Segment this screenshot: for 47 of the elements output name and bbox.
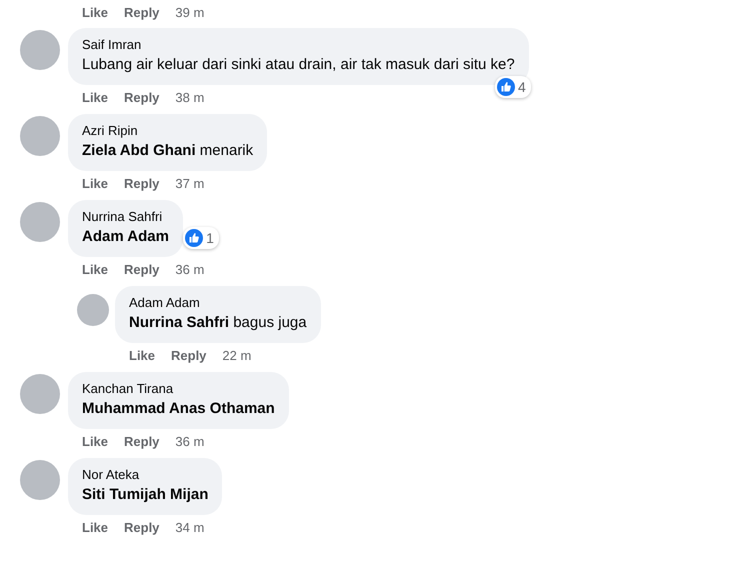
reaction-count: 4 xyxy=(518,79,526,95)
avatar[interactable] xyxy=(20,374,60,414)
mention-link[interactable]: Adam Adam xyxy=(82,228,169,245)
thumbs-up-icon xyxy=(185,229,204,247)
avatar[interactable] xyxy=(77,294,109,326)
timestamp[interactable]: 39 m xyxy=(175,4,204,20)
avatar[interactable] xyxy=(20,116,60,156)
timestamp[interactable]: 38 m xyxy=(175,90,204,104)
mention-link[interactable]: Siti Tumijah Mijan xyxy=(82,486,208,503)
like-link[interactable]: Like xyxy=(129,348,156,362)
author-name[interactable]: Kanchan Tirana xyxy=(82,380,275,398)
avatar[interactable] xyxy=(20,202,60,242)
author-name[interactable]: Azri Ripin xyxy=(82,122,254,140)
like-link[interactable]: Like xyxy=(82,434,108,448)
like-link[interactable]: Like xyxy=(82,4,108,20)
mention-link[interactable]: Ziela Abd Ghani xyxy=(82,142,196,159)
timestamp[interactable]: 36 m xyxy=(175,262,204,276)
mention-link[interactable]: Nurrina Sahfri xyxy=(129,314,230,331)
comment-text: Lubang air keluar dari sinki atau drain, air tak masuk dari situ ke? xyxy=(82,55,515,75)
timestamp[interactable]: 37 m xyxy=(175,176,204,190)
timestamp[interactable]: 34 m xyxy=(175,520,204,534)
comment-text: Nurrina Sahfri bagus juga xyxy=(129,313,307,333)
timestamp[interactable]: 36 m xyxy=(175,434,204,448)
reaction-count: 1 xyxy=(206,230,214,246)
comment-text: Ziela Abd Ghani menarik xyxy=(82,141,254,161)
reply-link[interactable]: Reply xyxy=(171,348,206,362)
author-name[interactable]: Adam Adam xyxy=(129,294,307,312)
mention-link[interactable]: Muhammad Anas Othaman xyxy=(82,400,275,417)
reaction-badge[interactable]: 1 xyxy=(183,227,219,249)
like-link[interactable]: Like xyxy=(82,262,108,276)
reaction-badge[interactable]: 4 xyxy=(494,76,531,98)
avatar[interactable] xyxy=(20,460,60,500)
like-link[interactable]: Like xyxy=(82,520,108,534)
author-name[interactable]: Nor Ateka xyxy=(82,466,208,484)
reply-link[interactable]: Reply xyxy=(124,262,160,276)
avatar[interactable] xyxy=(20,30,60,70)
author-name[interactable]: Saif Imran xyxy=(82,36,515,54)
thumbs-up-icon xyxy=(496,78,515,96)
reply-link[interactable]: Reply xyxy=(124,90,160,104)
reply-link[interactable]: Reply xyxy=(124,4,160,20)
timestamp[interactable]: 22 m xyxy=(222,348,252,362)
reply-link[interactable]: Reply xyxy=(124,176,160,190)
reply-link[interactable]: Reply xyxy=(124,520,160,534)
like-link[interactable]: Like xyxy=(82,90,108,104)
author-name[interactable]: Nurrina Sahfri xyxy=(82,208,169,226)
reply-link[interactable]: Reply xyxy=(124,434,160,448)
like-link[interactable]: Like xyxy=(82,176,108,190)
